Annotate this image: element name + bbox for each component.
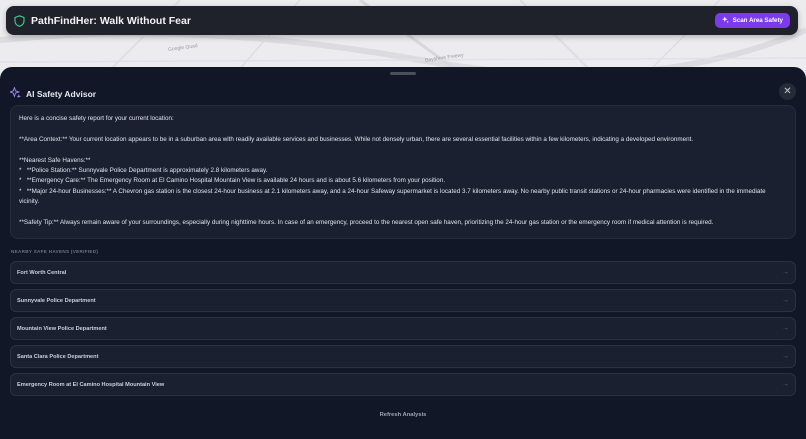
safe-haven-name: Fort Worth Central — [17, 269, 67, 276]
safe-haven-item[interactable]: Santa Clara Police Department → — [10, 345, 796, 368]
panel-title-text: AI Safety Advisor — [26, 89, 97, 99]
safe-haven-item[interactable]: Fort Worth Central → — [10, 261, 796, 284]
report-bullet: * **Police Station:** Sunnyvale Police D… — [19, 167, 268, 174]
safe-haven-name: Mountain View Police Department — [17, 325, 107, 332]
safety-report: Here is a concise safety report for your… — [10, 105, 796, 239]
arrow-right-icon: → — [782, 269, 789, 276]
safe-haven-item[interactable]: Sunnyvale Police Department → — [10, 289, 796, 312]
report-bullet: * **Major 24-hour Businesses:** A Chevro… — [19, 187, 768, 206]
section-label: NEARBY SAFE HAVENS (VERIFIED) — [11, 249, 99, 254]
drag-handle[interactable] — [390, 72, 416, 75]
scan-button-label: Scan Area Safety — [732, 17, 783, 24]
report-bullet: * **Emergency Care:** The Emergency Room… — [19, 177, 446, 185]
safe-haven-item[interactable]: Emergency Room at El Camino Hospital Mou… — [10, 373, 796, 396]
sparkles-icon — [8, 85, 21, 103]
report-intro: Here is a concise safety report for your… — [19, 115, 174, 122]
arrow-right-icon: → — [782, 381, 789, 388]
safe-haven-name: Sunnyvale Police Department — [17, 297, 96, 304]
app-header: PathFindHer: Walk Without Fear Scan Area… — [6, 6, 798, 35]
safe-haven-name: Emergency Room at El Camino Hospital Mou… — [17, 381, 165, 388]
panel-title: AI Safety Advisor — [8, 85, 97, 103]
report-tip: **Safety Tip:** Always remain aware of y… — [19, 219, 714, 227]
safety-advisor-panel: AI Safety Advisor ✕ Here is a concise sa… — [0, 67, 806, 439]
close-button[interactable]: ✕ — [779, 83, 796, 100]
arrow-right-icon: → — [782, 297, 789, 304]
sparkles-icon — [721, 16, 729, 25]
shield-icon — [14, 14, 26, 27]
scan-area-safety-button[interactable]: Scan Area Safety — [714, 13, 790, 28]
report-context: **Area Context:** Your current location … — [19, 135, 694, 143]
report-havens-heading: **Nearest Safe Havens:** — [19, 156, 91, 164]
safe-haven-item[interactable]: Mountain View Police Department → — [10, 317, 796, 340]
safe-haven-name: Santa Clara Police Department — [17, 353, 99, 360]
arrow-right-icon: → — [782, 353, 789, 360]
arrow-right-icon: → — [782, 325, 789, 332]
refresh-analysis-button[interactable]: Refresh Analysis — [0, 412, 806, 418]
close-icon: ✕ — [783, 86, 792, 97]
app-title: PathFindHer: Walk Without Fear — [31, 14, 191, 27]
